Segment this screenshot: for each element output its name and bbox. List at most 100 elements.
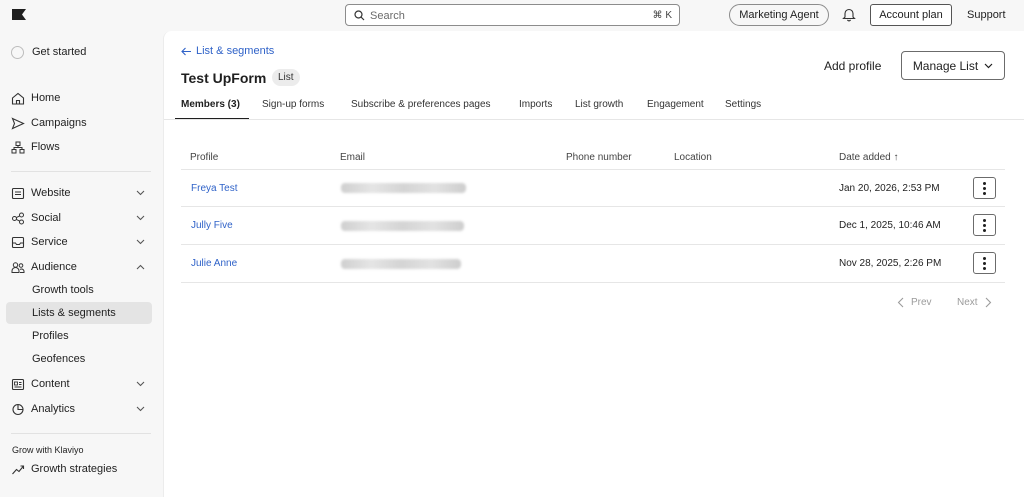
sidebar-item-growth-strategies[interactable]: Growth strategies bbox=[11, 460, 117, 478]
tabs-divider bbox=[164, 119, 1024, 120]
sidebar-item-label: Analytics bbox=[31, 403, 76, 415]
sidebar-item-campaigns[interactable]: Campaigns bbox=[11, 114, 87, 132]
progress-circle-icon bbox=[11, 45, 24, 59]
sidebar-divider bbox=[11, 433, 151, 434]
chevron-down-icon[interactable] bbox=[136, 239, 145, 245]
column-header-email[interactable]: Email bbox=[340, 152, 365, 163]
sidebar-item-label: Growth strategies bbox=[31, 463, 118, 475]
column-header-profile[interactable]: Profile bbox=[190, 152, 218, 163]
column-header-date-added[interactable]: Date added ↑ bbox=[839, 152, 899, 163]
arrow-left-icon bbox=[181, 47, 191, 55]
sidebar-item-content[interactable]: Content bbox=[11, 375, 70, 393]
list-type-badge: List bbox=[272, 69, 300, 86]
klaviyo-logo-icon[interactable] bbox=[12, 9, 26, 20]
chevron-left-icon bbox=[897, 297, 904, 308]
page-title: Test UpForm bbox=[181, 70, 267, 86]
content-icon bbox=[11, 378, 25, 390]
tab-sign-up-forms[interactable]: Sign-up forms bbox=[262, 99, 324, 110]
sidebar-item-geofences[interactable]: Geofences bbox=[6, 348, 152, 370]
sidebar-item-home[interactable]: Home bbox=[11, 89, 60, 107]
sidebar-item-label: Get started bbox=[32, 46, 87, 58]
sidebar-item-flows[interactable]: Flows bbox=[11, 138, 60, 156]
manage-list-button[interactable]: Manage List bbox=[901, 51, 1005, 80]
sidebar-item-label: Campaigns bbox=[31, 117, 87, 129]
tab-engagement[interactable]: Engagement bbox=[647, 99, 704, 110]
chevron-down-icon[interactable] bbox=[136, 406, 145, 412]
home-icon bbox=[11, 92, 25, 105]
row-actions-button[interactable] bbox=[973, 177, 996, 199]
grow-heading: Grow with Klaviyo bbox=[12, 445, 84, 455]
sidebar-item-profiles[interactable]: Profiles bbox=[6, 325, 152, 347]
sidebar-item-analytics[interactable]: Analytics bbox=[11, 400, 75, 418]
social-icon bbox=[12, 212, 24, 224]
row-actions-button[interactable] bbox=[973, 214, 996, 236]
bell-icon[interactable] bbox=[842, 7, 856, 22]
chevron-down-icon[interactable] bbox=[136, 190, 145, 196]
sidebar: Get started Home Campaigns Flows Website… bbox=[0, 31, 162, 497]
sidebar-item-get-started[interactable]: Get started bbox=[11, 43, 86, 61]
sidebar-item-label: Website bbox=[31, 187, 71, 199]
sidebar-item-social[interactable]: Social bbox=[11, 209, 61, 227]
search-input[interactable]: Search ⌘ K bbox=[345, 4, 680, 26]
audience-icon bbox=[11, 261, 25, 273]
sidebar-item-growth-tools[interactable]: Growth tools bbox=[6, 279, 152, 301]
sidebar-item-label: Home bbox=[31, 92, 61, 104]
date-added: Nov 28, 2025, 2:26 PM bbox=[839, 258, 942, 269]
profile-link[interactable]: Freya Test bbox=[191, 183, 238, 194]
analytics-icon bbox=[12, 403, 24, 415]
chevron-up-icon[interactable] bbox=[136, 264, 145, 270]
date-added: Dec 1, 2025, 10:46 AM bbox=[839, 220, 941, 231]
send-icon bbox=[11, 116, 25, 130]
sidebar-item-service[interactable]: Service bbox=[11, 233, 68, 251]
tab-settings[interactable]: Settings bbox=[725, 99, 761, 110]
top-bar: Search ⌘ K Marketing Agent Account plan … bbox=[0, 0, 1024, 31]
prev-page-button[interactable]: Prev bbox=[897, 297, 932, 308]
add-profile-button[interactable]: Add profile bbox=[824, 59, 881, 73]
sidebar-item-label: Audience bbox=[31, 261, 77, 273]
profile-link[interactable]: Julie Anne bbox=[191, 258, 237, 269]
tab-subscribe-preferences[interactable]: Subscribe & preferences pages bbox=[351, 99, 491, 110]
next-page-button[interactable]: Next bbox=[957, 297, 992, 308]
row-divider bbox=[181, 282, 1005, 283]
sidebar-item-label: Content bbox=[31, 378, 70, 390]
account-plan-button[interactable]: Account plan bbox=[870, 4, 952, 26]
flows-icon bbox=[11, 141, 25, 153]
column-header-phone[interactable]: Phone number bbox=[566, 152, 632, 163]
sidebar-item-website[interactable]: Website bbox=[11, 184, 71, 202]
sidebar-item-label: Flows bbox=[31, 141, 60, 153]
support-link[interactable]: Support bbox=[967, 9, 1006, 21]
prev-label: Prev bbox=[911, 297, 932, 308]
sidebar-item-label: Service bbox=[31, 236, 68, 248]
chevron-down-icon[interactable] bbox=[136, 215, 145, 221]
manage-list-label: Manage List bbox=[912, 58, 979, 73]
service-icon bbox=[11, 236, 25, 248]
tab-imports[interactable]: Imports bbox=[519, 99, 552, 110]
search-icon bbox=[354, 10, 365, 21]
row-divider bbox=[181, 244, 1005, 245]
chevron-down-icon[interactable] bbox=[136, 381, 145, 387]
row-divider bbox=[181, 206, 1005, 207]
sidebar-item-label: Social bbox=[31, 212, 61, 224]
search-shortcut: ⌘ K bbox=[652, 10, 672, 21]
main-panel: List & segments Test UpForm List Add pro… bbox=[163, 31, 1024, 497]
profile-link[interactable]: Jully Five bbox=[191, 220, 233, 231]
website-icon bbox=[11, 187, 25, 199]
back-link[interactable]: List & segments bbox=[181, 45, 274, 57]
row-divider bbox=[181, 169, 1005, 170]
sidebar-divider bbox=[11, 171, 151, 172]
trend-up-icon bbox=[12, 464, 25, 474]
chevron-right-icon bbox=[985, 297, 991, 308]
back-link-label: List & segments bbox=[196, 45, 275, 57]
email-redacted bbox=[341, 259, 461, 269]
marketing-agent-button[interactable]: Marketing Agent bbox=[729, 4, 829, 26]
chevron-down-icon bbox=[984, 63, 993, 68]
tab-members[interactable]: Members (3) bbox=[181, 99, 240, 110]
sidebar-item-audience[interactable]: Audience bbox=[11, 258, 77, 276]
row-actions-button[interactable] bbox=[973, 252, 996, 274]
column-header-location[interactable]: Location bbox=[674, 152, 712, 163]
search-placeholder: Search bbox=[370, 10, 405, 22]
next-label: Next bbox=[957, 297, 978, 308]
date-added: Jan 20, 2026, 2:53 PM bbox=[839, 183, 940, 194]
sidebar-item-lists-segments[interactable]: Lists & segments bbox=[6, 302, 152, 324]
tab-list-growth[interactable]: List growth bbox=[575, 99, 623, 110]
